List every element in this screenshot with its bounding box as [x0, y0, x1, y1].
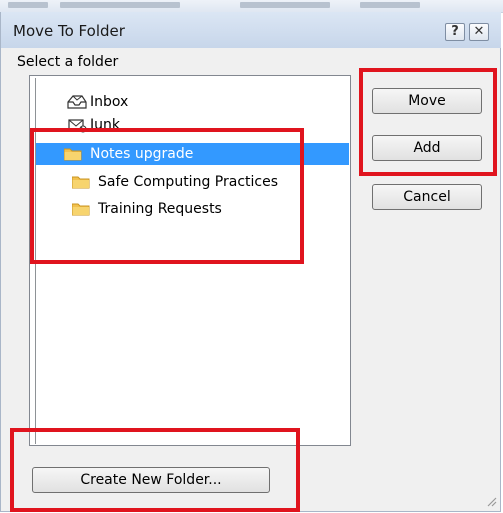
create-new-folder-button[interactable]: Create New Folder... [32, 467, 270, 493]
folder-label: Junk [90, 117, 120, 133]
junk-icon [66, 116, 88, 134]
cancel-button[interactable]: Cancel [372, 184, 482, 210]
help-button[interactable]: ? [445, 23, 465, 41]
folder-row-safe-computing[interactable]: Safe Computing Practices [40, 171, 278, 193]
folder-icon [64, 148, 82, 161]
background-text [240, 2, 330, 8]
folder-row-notes-upgrade[interactable]: Notes upgrade [36, 143, 349, 165]
dialog-title: Move To Folder [13, 22, 125, 40]
close-button[interactable]: ✕ [469, 23, 489, 41]
inbox-icon [66, 93, 88, 111]
background-text [60, 2, 180, 8]
folder-label: Notes upgrade [90, 146, 194, 162]
folder-row-junk[interactable]: Junk [40, 114, 120, 136]
select-folder-label: Select a folder [17, 54, 119, 70]
resize-grip-icon[interactable] [485, 495, 497, 507]
move-button[interactable]: Move [372, 88, 482, 114]
folder-label: Safe Computing Practices [98, 174, 278, 190]
folder-tree[interactable]: Inbox Junk Notes upgrade Safe Computing … [29, 75, 351, 446]
background-text [360, 2, 420, 8]
folder-icon [72, 203, 90, 216]
tree-connector-line [35, 78, 36, 444]
folder-row-training-requests[interactable]: Training Requests [40, 198, 222, 220]
background-text [8, 2, 48, 8]
folder-label: Inbox [90, 94, 129, 110]
folder-icon [72, 176, 90, 189]
folder-row-inbox[interactable]: Inbox [40, 91, 128, 113]
add-button[interactable]: Add [372, 135, 482, 161]
folder-label: Training Requests [98, 201, 222, 217]
title-bar: Move To Folder ? ✕ [1, 12, 501, 48]
